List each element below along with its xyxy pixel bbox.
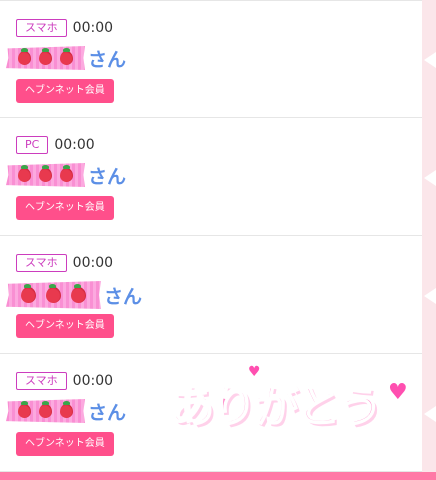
- heart-icon: ♥: [388, 380, 408, 405]
- name-suffix: さん: [88, 165, 127, 188]
- visit-time: 00:00: [72, 20, 114, 36]
- strawberry-icon: [39, 48, 52, 65]
- strawberry-icon: [46, 284, 61, 303]
- name-masking-tape: [6, 281, 101, 309]
- name-suffix: さん: [104, 285, 143, 308]
- visitor-card[interactable]: スマホ 00:00 さん ヘブンネット会員: [0, 236, 422, 354]
- name-masking-tape: [6, 46, 85, 70]
- thank-you-sticker: ありがとう: [169, 380, 383, 433]
- name-suffix: さん: [88, 48, 127, 71]
- strawberry-icon: [39, 401, 52, 418]
- member-badge: ヘブンネット会員: [16, 196, 114, 220]
- strawberry-icon: [71, 284, 86, 303]
- card-header: PC 00:00: [16, 136, 95, 154]
- strawberry-icon: [39, 165, 52, 182]
- strawberry-icon: [18, 48, 31, 65]
- strawberry-icon: [60, 165, 73, 182]
- strawberry-icon: [60, 401, 73, 418]
- visit-time: 00:00: [72, 255, 114, 271]
- visitor-card[interactable]: スマホ 00:00 さん ヘブンネット会員: [0, 0, 422, 118]
- chevron-left-icon: [424, 52, 436, 68]
- member-badge: ヘブンネット会員: [16, 314, 114, 338]
- card-header: スマホ 00:00: [16, 19, 113, 37]
- strawberry-icon: [18, 165, 31, 182]
- chevron-left-icon: [424, 170, 436, 186]
- visit-time: 00:00: [54, 137, 95, 153]
- card-header: スマホ 00:00: [16, 254, 113, 272]
- name-masking-tape: [6, 163, 85, 187]
- visitor-name: さん: [6, 280, 142, 310]
- device-badge: スマホ: [16, 254, 67, 272]
- name-masking-tape: [6, 399, 85, 423]
- device-badge: スマホ: [16, 19, 67, 37]
- visitor-name: さん: [6, 160, 126, 190]
- visitor-card[interactable]: PC 00:00 さん ヘブンネット会員: [0, 118, 422, 236]
- device-badge: PC: [16, 136, 49, 154]
- bottom-accent-bar: [0, 472, 436, 480]
- card-header: スマホ 00:00: [16, 372, 113, 390]
- chevron-left-icon: [424, 406, 436, 422]
- strawberry-icon: [60, 48, 73, 65]
- heart-icon: ♥: [248, 364, 261, 380]
- name-suffix: さん: [88, 401, 127, 424]
- device-badge: スマホ: [16, 372, 67, 390]
- member-badge: ヘブンネット会員: [16, 79, 114, 103]
- strawberry-icon: [18, 401, 31, 418]
- member-badge: ヘブンネット会員: [16, 432, 114, 456]
- visitor-name: さん: [6, 43, 126, 73]
- chevron-left-icon: [424, 288, 436, 304]
- visit-time: 00:00: [72, 373, 114, 389]
- strawberry-icon: [21, 284, 36, 303]
- visitor-name: さん: [6, 396, 126, 426]
